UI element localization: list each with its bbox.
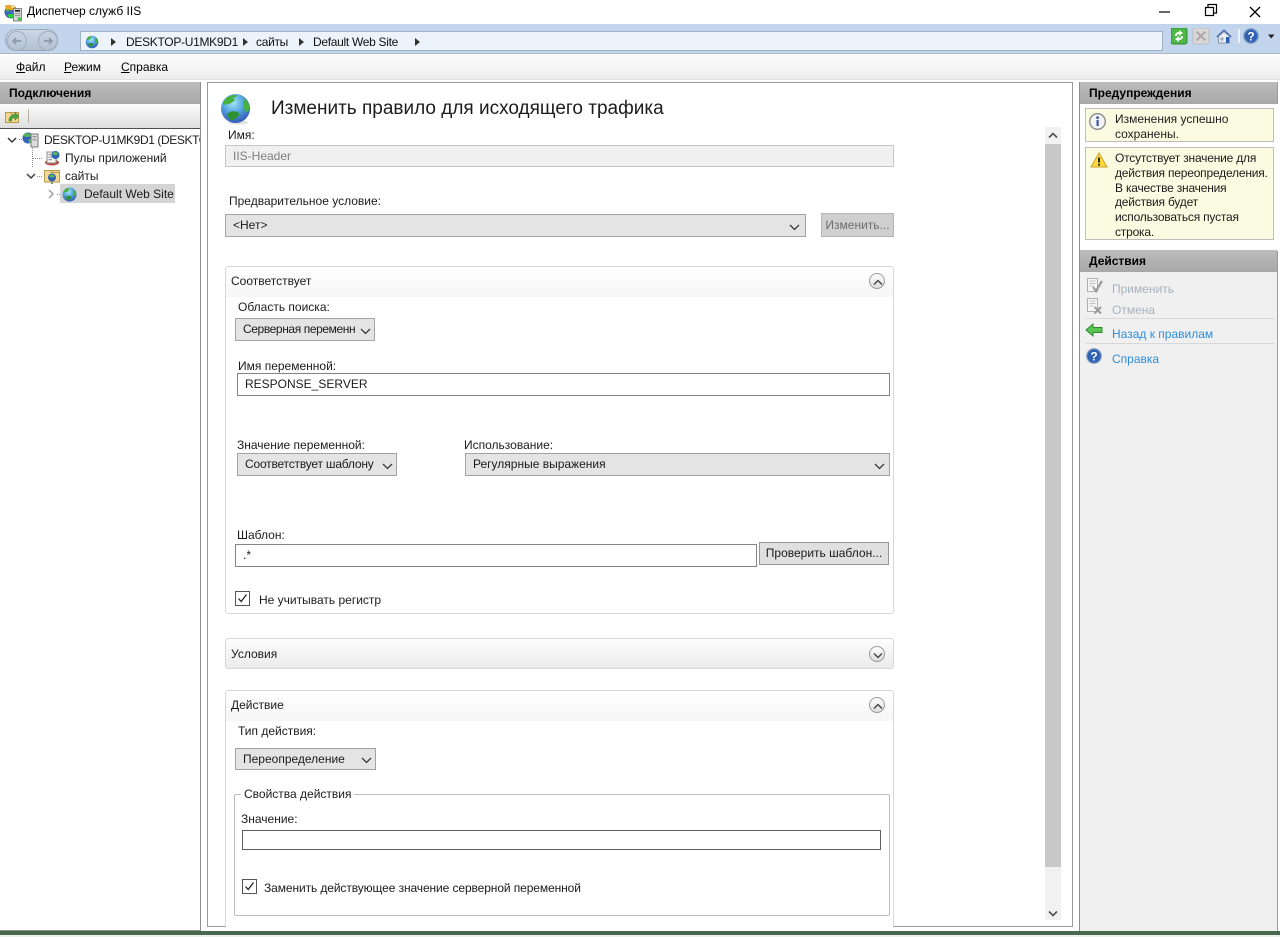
svg-text:?: ?: [1247, 30, 1254, 44]
svg-text:?: ?: [1090, 350, 1097, 364]
